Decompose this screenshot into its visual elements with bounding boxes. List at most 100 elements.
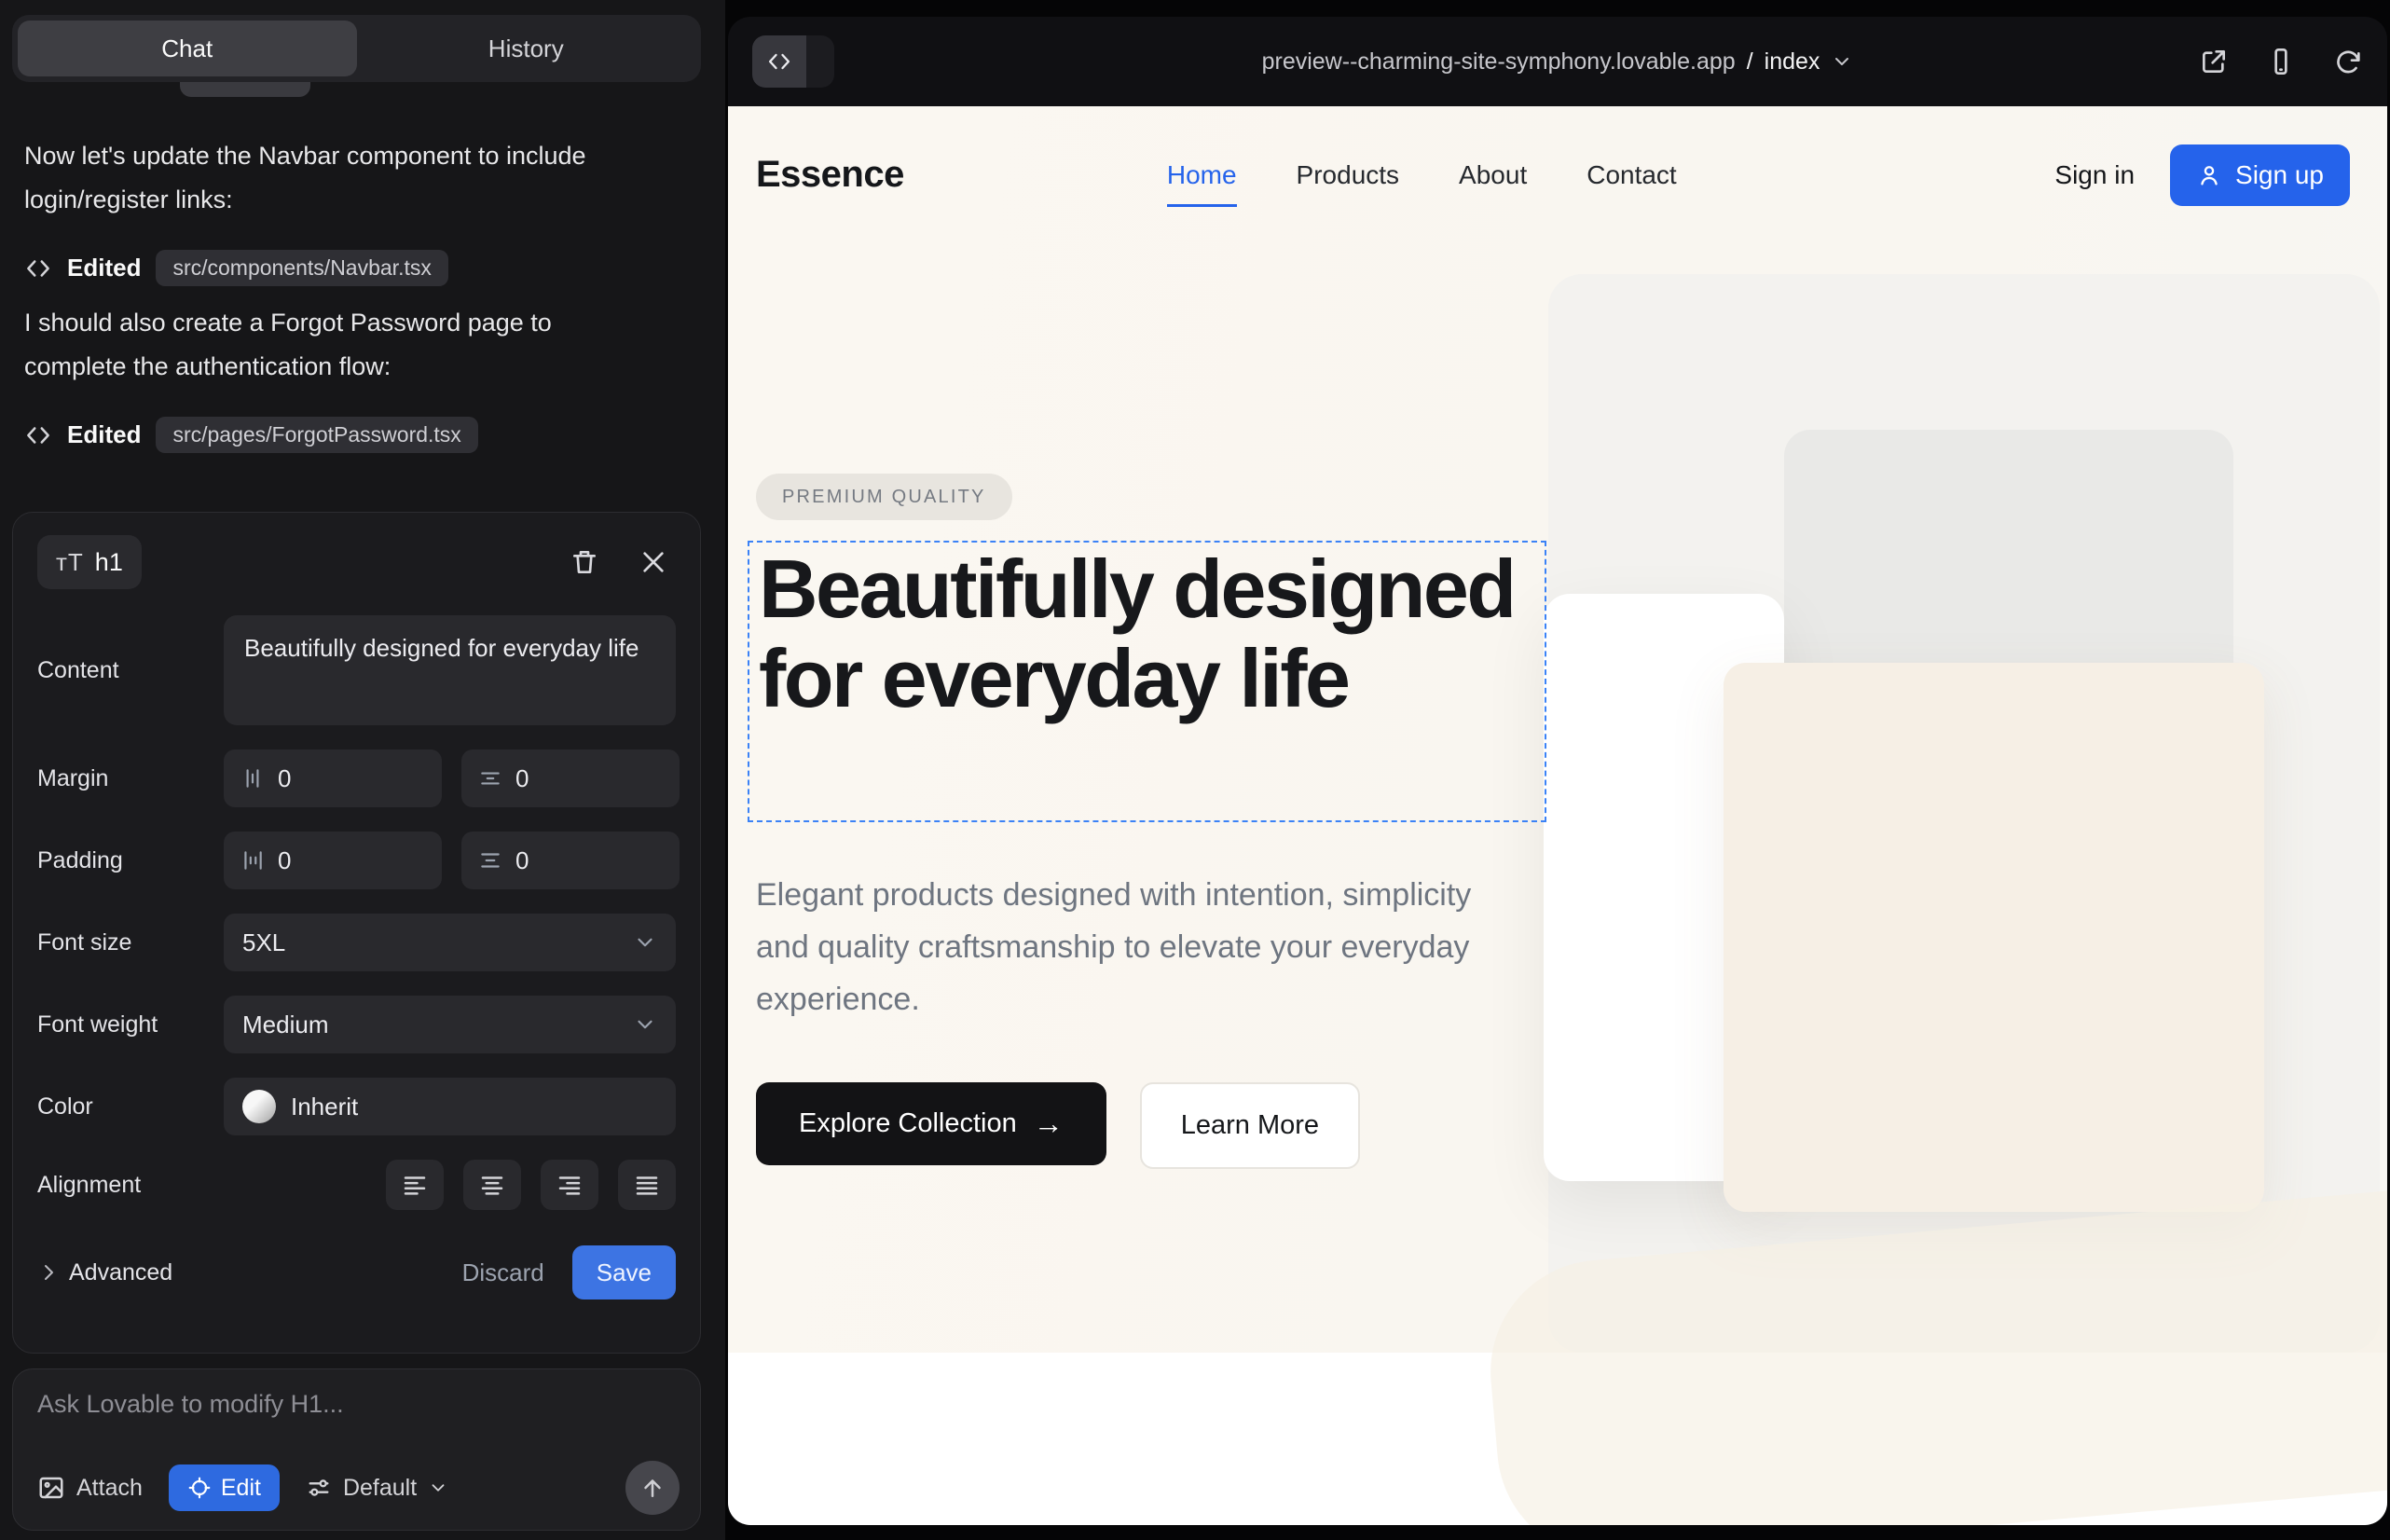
attach-label: Attach	[76, 1475, 143, 1502]
nav-link-products[interactable]: Products	[1297, 160, 1400, 190]
nav-link-about[interactable]: About	[1459, 160, 1527, 190]
align-justify-icon	[633, 1171, 661, 1199]
margin-vertical-value[interactable]	[278, 764, 425, 793]
typography-icon: тT	[56, 548, 84, 577]
padding-horizontal-input[interactable]	[461, 832, 680, 889]
editor-header: тT h1	[37, 535, 676, 589]
color-select[interactable]: Inherit	[224, 1078, 676, 1135]
decor-card-beige	[1724, 663, 2264, 1212]
content-textarea[interactable]: Beautifully designed for everyday life	[224, 615, 676, 725]
learn-more-button[interactable]: Learn More	[1140, 1082, 1360, 1169]
chevron-down-icon	[633, 1012, 657, 1037]
app-root: Chat History Now let's update the Navbar…	[0, 0, 2390, 1540]
chevron-down-icon	[428, 1478, 448, 1498]
delete-element-button[interactable]	[562, 540, 607, 584]
color-label: Color	[37, 1093, 224, 1121]
hero-cta-row: Explore Collection → Learn More	[756, 1082, 1360, 1169]
file-chip-navbar[interactable]: src/components/Navbar.tsx	[156, 250, 447, 286]
font-size-select[interactable]: 5XL	[224, 914, 676, 971]
margin-row: Margin	[37, 749, 676, 807]
chevron-down-icon	[633, 930, 657, 955]
align-right-button[interactable]	[541, 1160, 598, 1210]
element-tag-pill[interactable]: тT h1	[37, 535, 142, 589]
element-tag-label: h1	[95, 548, 123, 577]
padding-label: Padding	[37, 847, 224, 874]
chat-history-tabs: Chat History	[12, 15, 701, 82]
image-icon	[37, 1474, 65, 1502]
editor-footer: Advanced Discard Save	[37, 1245, 676, 1299]
browser-toolbar: preview--charming-site-symphony.lovable.…	[728, 17, 2387, 106]
send-button[interactable]	[625, 1461, 680, 1515]
refresh-button[interactable]	[2333, 47, 2363, 76]
file-chip-forgot-password[interactable]: src/pages/ForgotPassword.tsx	[156, 417, 477, 453]
edited-label: Edited	[67, 420, 141, 449]
font-weight-select[interactable]: Medium	[224, 996, 676, 1053]
element-editor-panel: тT h1 Content Beautifully designed for e…	[12, 512, 701, 1354]
align-left-icon	[401, 1171, 429, 1199]
padding-vertical-input[interactable]	[224, 832, 442, 889]
composer-input[interactable]	[37, 1390, 676, 1419]
code-view-button[interactable]	[752, 35, 806, 88]
edit-target-icon	[187, 1476, 212, 1500]
alignment-buttons	[224, 1160, 676, 1210]
auth-actions: Sign in Sign up	[2054, 144, 2350, 206]
site-navbar: Essence Home Products About Contact Sign…	[728, 106, 2387, 243]
chat-messages: Now let's update the Navbar component to…	[24, 119, 688, 462]
explore-collection-button[interactable]: Explore Collection →	[756, 1082, 1106, 1165]
browser-actions	[2199, 47, 2363, 76]
chat-composer: Attach Edit Default	[12, 1368, 701, 1531]
align-center-button[interactable]	[463, 1160, 521, 1210]
align-justify-button[interactable]	[618, 1160, 676, 1210]
close-editor-button[interactable]	[631, 540, 676, 584]
model-default-button[interactable]: Default	[306, 1475, 448, 1502]
chevron-down-icon	[1831, 50, 1853, 73]
font-size-row: Font size 5XL	[37, 914, 676, 971]
chevron-right-icon	[37, 1261, 60, 1284]
h1-selection-outline[interactable]: Beautifully designed for everyday life	[748, 541, 1546, 822]
open-in-new-tab-button[interactable]	[2199, 47, 2229, 76]
site-viewport: Essence Home Products About Contact Sign…	[728, 106, 2387, 1525]
code-icon	[766, 48, 792, 75]
attach-button[interactable]: Attach	[37, 1474, 143, 1502]
margin-horizontal-input[interactable]	[461, 749, 680, 807]
mobile-view-button[interactable]	[2266, 47, 2296, 76]
sign-in-link[interactable]: Sign in	[2054, 160, 2135, 190]
advanced-toggle[interactable]: Advanced	[37, 1259, 172, 1286]
content-row: Content Beautifully designed for everyda…	[37, 615, 676, 725]
close-icon	[639, 547, 668, 577]
margin-vertical-input[interactable]	[224, 749, 442, 807]
font-size-label: Font size	[37, 929, 224, 956]
nav-link-home[interactable]: Home	[1167, 160, 1237, 190]
code-toggle	[752, 35, 834, 88]
url-bar[interactable]: preview--charming-site-symphony.lovable.…	[728, 17, 2387, 106]
padding-vertical-value[interactable]	[278, 846, 425, 875]
chat-message: Now let's update the Navbar component to…	[24, 134, 630, 222]
sign-up-button[interactable]: Sign up	[2170, 144, 2350, 206]
margin-horizontal-value[interactable]	[515, 764, 663, 793]
arrow-up-icon	[639, 1474, 666, 1502]
padding-horizontal-value[interactable]	[515, 846, 663, 875]
url-separator: /	[1747, 48, 1753, 76]
align-left-button[interactable]	[386, 1160, 444, 1210]
url-page: index	[1765, 48, 1820, 76]
url-host: preview--charming-site-symphony.lovable.…	[1262, 48, 1736, 76]
nav-link-contact[interactable]: Contact	[1586, 160, 1677, 190]
site-nav-links: Home Products About Contact	[1167, 160, 1677, 190]
toggle-track[interactable]	[806, 35, 834, 88]
align-right-icon	[556, 1171, 584, 1199]
edit-mode-button[interactable]: Edit	[169, 1464, 280, 1511]
discard-button[interactable]: Discard	[462, 1258, 544, 1287]
color-swatch	[242, 1090, 276, 1123]
edited-label: Edited	[67, 254, 141, 282]
alignment-label: Alignment	[37, 1172, 224, 1199]
trash-icon	[570, 547, 599, 577]
tab-chat[interactable]: Chat	[18, 21, 357, 76]
lovable-sidebar: Chat History Now let's update the Navbar…	[0, 0, 725, 1540]
font-weight-label: Font weight	[37, 1011, 224, 1038]
refresh-icon	[2333, 47, 2363, 76]
site-logo[interactable]: Essence	[756, 154, 904, 196]
margin-vertical-icon	[240, 766, 265, 791]
hero-heading[interactable]: Beautifully designed for everyday life	[759, 544, 1527, 723]
save-button[interactable]: Save	[572, 1245, 676, 1299]
tab-history[interactable]: History	[357, 21, 696, 76]
